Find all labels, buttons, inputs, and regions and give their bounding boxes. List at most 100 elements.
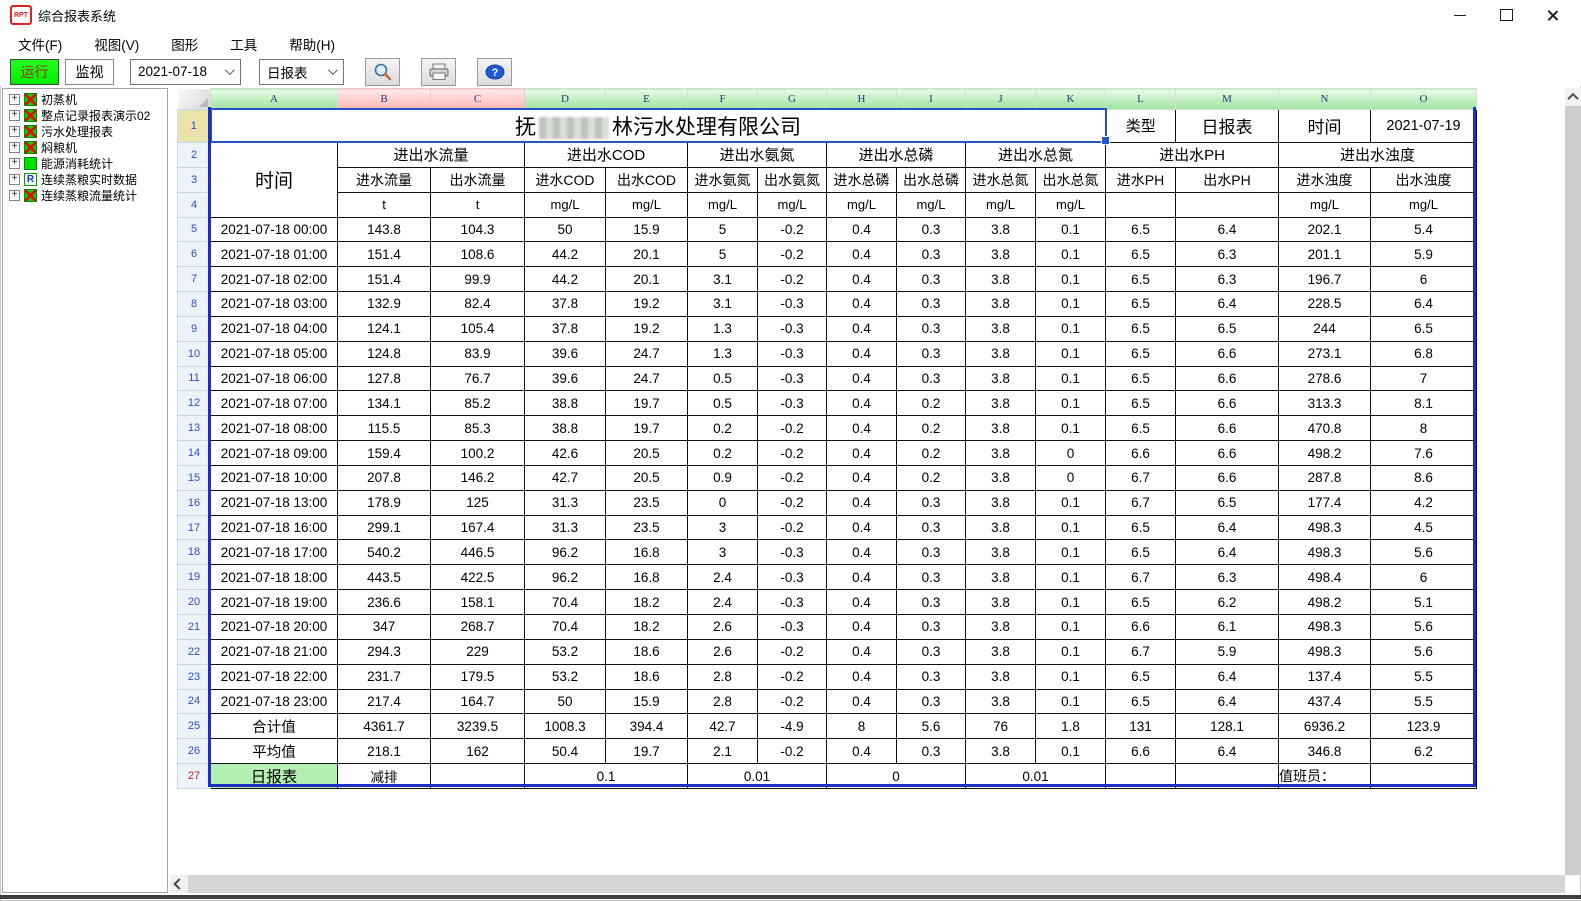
data-cell[interactable]: 6.7 — [1106, 490, 1176, 515]
data-cell[interactable]: 127.8 — [338, 366, 431, 391]
data-cell[interactable]: 0.1 — [1036, 689, 1106, 714]
data-cell[interactable]: 0.4 — [827, 465, 897, 490]
data-cell[interactable]: 6.5 — [1106, 515, 1176, 540]
sub-header-10[interactable]: 出水总氮 — [1036, 167, 1106, 192]
data-cell[interactable]: 158.1 — [431, 590, 525, 615]
menu-item-4[interactable]: 工具 — [224, 31, 263, 57]
row-header-18[interactable]: 18 — [178, 540, 211, 565]
data-cell[interactable]: 540.2 — [338, 540, 431, 565]
data-cell[interactable]: 6.5 — [1106, 540, 1176, 565]
data-cell[interactable]: 437.4 — [1279, 689, 1371, 714]
run-button[interactable]: 运行 — [10, 59, 59, 85]
data-cell[interactable]: 3.8 — [966, 242, 1036, 267]
row-header-27[interactable]: 27 — [178, 764, 211, 789]
tree-item-7[interactable]: +连续蒸粮流量统计 — [3, 187, 167, 203]
data-cell[interactable]: 0.4 — [827, 416, 897, 441]
average-value-cell[interactable]: 0.1 — [1036, 739, 1106, 764]
data-cell[interactable]: 42.7 — [525, 465, 606, 490]
total-value-cell[interactable]: 1.8 — [1036, 714, 1106, 739]
tree-expand-icon[interactable]: + — [9, 190, 20, 201]
data-cell[interactable]: 0.3 — [897, 366, 966, 391]
column-header-O[interactable]: O — [1371, 89, 1477, 110]
data-cell[interactable]: 37.8 — [525, 316, 606, 341]
unit-cell-13[interactable]: mg/L — [1279, 192, 1371, 217]
data-cell[interactable]: -0.2 — [758, 639, 827, 664]
sub-header-13[interactable]: 进水浊度 — [1279, 167, 1371, 192]
data-cell[interactable]: 3.8 — [966, 292, 1036, 317]
row-header-14[interactable]: 14 — [178, 441, 211, 466]
column-header-J[interactable]: J — [966, 89, 1036, 110]
data-cell[interactable]: 96.2 — [525, 540, 606, 565]
data-cell[interactable]: -0.2 — [758, 490, 827, 515]
row-header-8[interactable]: 8 — [178, 292, 211, 317]
data-cell[interactable]: 6.3 — [1176, 267, 1279, 292]
data-cell[interactable]: 53.2 — [525, 639, 606, 664]
data-cell[interactable]: 108.6 — [431, 242, 525, 267]
data-cell[interactable]: 6.2 — [1176, 590, 1279, 615]
data-cell[interactable]: 137.4 — [1279, 664, 1371, 689]
data-cell[interactable]: 31.3 — [525, 515, 606, 540]
data-cell[interactable]: 217.4 — [338, 689, 431, 714]
data-cell[interactable]: 8.6 — [1371, 465, 1477, 490]
data-cell[interactable]: 6.4 — [1176, 664, 1279, 689]
data-cell[interactable]: 6.4 — [1176, 540, 1279, 565]
data-cell[interactable]: 1.3 — [688, 341, 758, 366]
data-cell[interactable]: 0.4 — [827, 267, 897, 292]
average-value-cell[interactable]: 19.7 — [606, 739, 688, 764]
unit-cell-8[interactable]: mg/L — [897, 192, 966, 217]
row-header-20[interactable]: 20 — [178, 590, 211, 615]
data-cell[interactable]: 228.5 — [1279, 292, 1371, 317]
row-header-3[interactable]: 3 — [178, 167, 211, 192]
total-value-cell[interactable]: -4.9 — [758, 714, 827, 739]
data-cell[interactable]: 105.4 — [431, 316, 525, 341]
data-cell[interactable]: 0.3 — [897, 292, 966, 317]
row-header-2[interactable]: 2 — [178, 142, 211, 167]
data-cell[interactable]: 6.5 — [1106, 391, 1176, 416]
data-cell[interactable]: 0 — [688, 490, 758, 515]
data-cell[interactable]: 0.1 — [1036, 217, 1106, 242]
data-cell[interactable]: 18.2 — [606, 590, 688, 615]
data-cell[interactable]: 287.8 — [1279, 465, 1371, 490]
data-cell[interactable]: 99.9 — [431, 267, 525, 292]
time-cell[interactable]: 2021-07-18 18:00 — [211, 565, 338, 590]
group-header-1[interactable]: 进出水流量 — [338, 142, 525, 167]
data-cell[interactable]: 207.8 — [338, 465, 431, 490]
data-cell[interactable]: 498.3 — [1279, 639, 1371, 664]
data-cell[interactable]: 15.9 — [606, 217, 688, 242]
data-cell[interactable]: 42.6 — [525, 441, 606, 466]
row-header-13[interactable]: 13 — [178, 416, 211, 441]
data-cell[interactable]: 0.4 — [827, 217, 897, 242]
data-cell[interactable]: 6.7 — [1106, 639, 1176, 664]
data-cell[interactable]: 53.2 — [525, 664, 606, 689]
row-header-1[interactable]: 1 — [178, 109, 211, 142]
data-cell[interactable]: 5.9 — [1176, 639, 1279, 664]
data-cell[interactable]: 6.6 — [1106, 441, 1176, 466]
data-cell[interactable]: 0.2 — [897, 416, 966, 441]
data-cell[interactable]: 446.5 — [431, 540, 525, 565]
time-cell[interactable]: 2021-07-18 02:00 — [211, 267, 338, 292]
data-cell[interactable]: 6.6 — [1106, 615, 1176, 640]
sub-header-12[interactable]: 出水PH — [1176, 167, 1279, 192]
data-cell[interactable]: 2.4 — [688, 565, 758, 590]
data-cell[interactable]: 83.9 — [431, 341, 525, 366]
data-cell[interactable]: 76.7 — [431, 366, 525, 391]
data-cell[interactable]: 0 — [1036, 441, 1106, 466]
data-cell[interactable]: 0.2 — [897, 465, 966, 490]
data-cell[interactable]: 38.8 — [525, 416, 606, 441]
row-header-7[interactable]: 7 — [178, 267, 211, 292]
time-cell[interactable]: 2021-07-18 21:00 — [211, 639, 338, 664]
data-cell[interactable]: 24.7 — [606, 366, 688, 391]
column-header-F[interactable]: F — [688, 89, 758, 110]
data-cell[interactable]: 294.3 — [338, 639, 431, 664]
data-cell[interactable]: 498.2 — [1279, 590, 1371, 615]
data-cell[interactable]: 6.7 — [1106, 565, 1176, 590]
sub-header-8[interactable]: 出水总磷 — [897, 167, 966, 192]
data-cell[interactable]: 0.1 — [1036, 540, 1106, 565]
average-value-cell[interactable]: 6.6 — [1106, 739, 1176, 764]
total-value-cell[interactable]: 76 — [966, 714, 1036, 739]
data-cell[interactable]: 177.4 — [1279, 490, 1371, 515]
time-cell[interactable]: 2021-07-18 00:00 — [211, 217, 338, 242]
data-cell[interactable]: 6.4 — [1176, 292, 1279, 317]
data-cell[interactable]: 0.4 — [827, 366, 897, 391]
data-cell[interactable]: 6.4 — [1176, 689, 1279, 714]
